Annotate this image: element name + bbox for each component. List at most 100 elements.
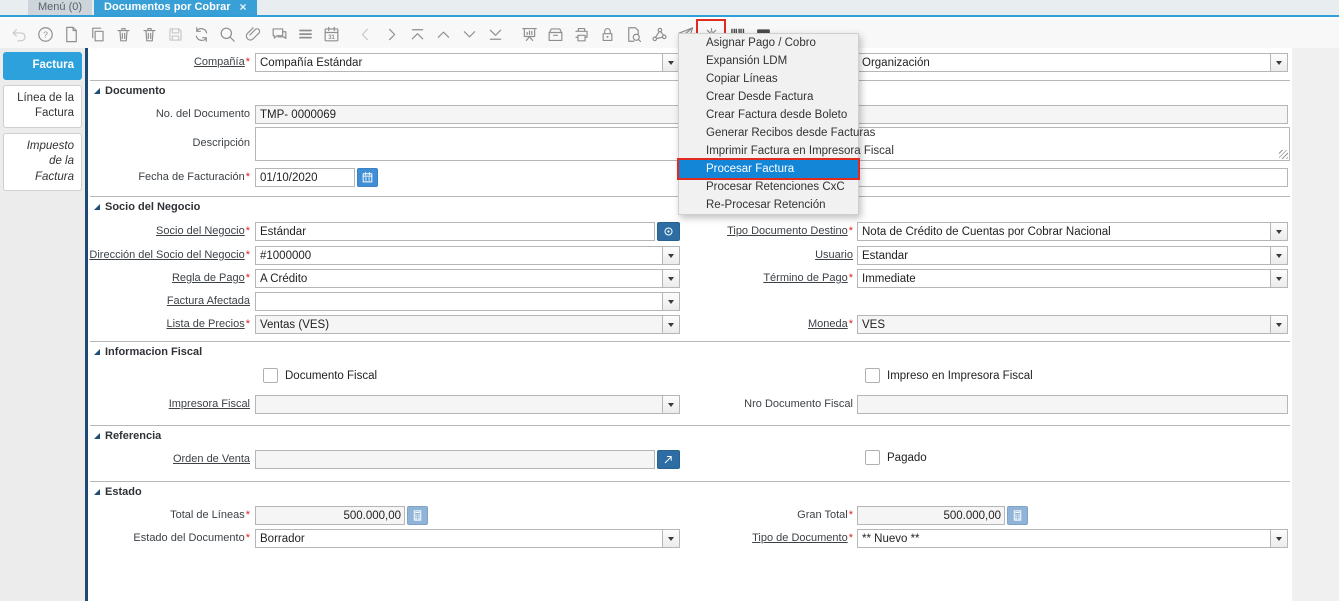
- archive-icon[interactable]: [542, 21, 568, 47]
- last-record-icon[interactable]: [482, 21, 508, 47]
- total-lineas-field[interactable]: 500.000,00: [255, 506, 405, 525]
- tipo-doc-destino-select[interactable]: Nota de Crédito de Cuentas por Cobrar Na…: [857, 222, 1288, 241]
- section-documento[interactable]: Documento: [88, 84, 166, 97]
- row-estado-documento: Estado del Documento* Borrador Tipo de D…: [88, 529, 1292, 548]
- socio-negocio-field[interactable]: Estándar: [255, 222, 655, 241]
- documento-fiscal-checkbox[interactable]: [263, 368, 278, 383]
- direccion-socio-select[interactable]: #1000000: [255, 246, 680, 265]
- estado-documento-select[interactable]: Borrador: [255, 529, 680, 548]
- chevron-down-icon[interactable]: [1270, 530, 1287, 547]
- row-lista-precios: Lista de Precios* Ventas (VES) Moneda* V…: [88, 315, 1292, 334]
- process-menu-item[interactable]: Procesar Retenciones CxC: [679, 178, 858, 196]
- factura-afectada-select[interactable]: [255, 292, 680, 311]
- section-informacion-fiscal[interactable]: Informacion Fiscal: [88, 345, 202, 358]
- chevron-down-icon[interactable]: [662, 293, 679, 310]
- first-record-icon[interactable]: [404, 21, 430, 47]
- documento-right-field[interactable]: [857, 105, 1288, 124]
- required-marker: *: [848, 509, 853, 521]
- regla-pago-select[interactable]: A Crédito: [255, 269, 680, 288]
- fecha-right-field[interactable]: [857, 168, 1288, 187]
- find-icon[interactable]: [214, 21, 240, 47]
- process-menu-item[interactable]: Expansión LDM: [679, 52, 858, 70]
- organizacion-select[interactable]: Organización: [857, 53, 1288, 72]
- section-referencia[interactable]: Referencia: [88, 429, 161, 442]
- no-documento-label: No. del Documento: [155, 108, 250, 120]
- chevron-down-icon[interactable]: [1270, 316, 1287, 333]
- next-record-icon[interactable]: [378, 21, 404, 47]
- impresora-fiscal-select[interactable]: [255, 395, 680, 414]
- delete-record-icon[interactable]: [110, 21, 136, 47]
- regla-pago-label: Regla de Pago*: [171, 272, 250, 284]
- chevron-down-icon[interactable]: [662, 316, 679, 333]
- impreso-impresora-checkbox[interactable]: [865, 368, 880, 383]
- chevron-down-icon[interactable]: [1270, 223, 1287, 240]
- undo-icon[interactable]: [6, 21, 32, 47]
- save-icon[interactable]: [162, 21, 188, 47]
- help-icon[interactable]: ?: [32, 21, 58, 47]
- tab-menu[interactable]: Menú (0): [28, 0, 93, 15]
- row-factura-afectada: Factura Afectada: [88, 292, 1292, 311]
- workflow-icon[interactable]: [646, 21, 672, 47]
- lock-icon[interactable]: [594, 21, 620, 47]
- sidebar-tab-factura[interactable]: Factura: [3, 52, 82, 80]
- tab-documentos-por-cobrar[interactable]: Documentos por Cobrar ×: [94, 0, 257, 15]
- required-marker: *: [245, 171, 250, 183]
- print-icon[interactable]: [568, 21, 594, 47]
- section-estado[interactable]: Estado: [88, 485, 142, 498]
- process-menu-item[interactable]: Asignar Pago / Cobro: [679, 34, 858, 52]
- process-menu-item[interactable]: Procesar Factura: [679, 160, 858, 178]
- chevron-down-icon[interactable]: [662, 54, 679, 71]
- lista-precios-select[interactable]: Ventas (VES): [255, 315, 680, 334]
- process-menu-item[interactable]: Generar Recibos desde Facturas: [679, 124, 875, 142]
- gran-total-field[interactable]: 500.000,00: [857, 506, 1005, 525]
- chat-icon[interactable]: [266, 21, 292, 47]
- required-marker: *: [245, 532, 250, 544]
- attachment-icon[interactable]: [240, 21, 266, 47]
- print-preview-icon[interactable]: [620, 21, 646, 47]
- sidebar-tab-linea-factura[interactable]: Línea de la Factura: [3, 84, 82, 128]
- tipo-documento-select[interactable]: ** Nuevo **: [857, 529, 1288, 548]
- chevron-down-icon[interactable]: [662, 270, 679, 287]
- process-menu-item[interactable]: Re-Procesar Retención: [679, 196, 858, 214]
- report-icon[interactable]: [516, 21, 542, 47]
- calculator-button[interactable]: [407, 506, 428, 525]
- nro-doc-fiscal-field[interactable]: [857, 395, 1288, 414]
- process-menu-item[interactable]: Crear Factura desde Boleto: [679, 106, 858, 124]
- termino-pago-select[interactable]: Immediate: [857, 269, 1288, 288]
- sidebar-tab-impuesto-factura[interactable]: Impuesto de la Factura: [3, 132, 82, 192]
- moneda-label: Moneda*: [807, 318, 853, 330]
- sidebar-tabs: Factura Línea de la Factura Impuesto de la…: [0, 48, 85, 601]
- copy-record-icon[interactable]: [84, 21, 110, 47]
- calendar-picker-button[interactable]: [357, 168, 378, 187]
- compania-select[interactable]: Compañía Estándar: [255, 53, 680, 72]
- chevron-down-icon[interactable]: [662, 396, 679, 413]
- detail-record-icon[interactable]: [456, 21, 482, 47]
- chevron-down-icon[interactable]: [662, 530, 679, 547]
- new-record-icon[interactable]: [58, 21, 84, 47]
- usuario-select[interactable]: Estandar: [857, 246, 1288, 265]
- parent-record-icon[interactable]: [430, 21, 456, 47]
- calendar-icon[interactable]: 31: [318, 21, 344, 47]
- no-documento-field[interactable]: TMP- 0000069: [255, 105, 680, 124]
- chevron-down-icon[interactable]: [662, 247, 679, 264]
- close-tab-icon[interactable]: ×: [240, 0, 247, 14]
- orden-venta-field[interactable]: [255, 450, 655, 469]
- process-menu-item[interactable]: Crear Desde Factura: [679, 88, 858, 106]
- refresh-icon[interactable]: [188, 21, 214, 47]
- pagado-checkbox[interactable]: [865, 450, 880, 465]
- grid-toggle-icon[interactable]: [292, 21, 318, 47]
- moneda-select[interactable]: VES: [857, 315, 1288, 334]
- calculator-button[interactable]: [1007, 506, 1028, 525]
- required-marker: *: [848, 318, 853, 330]
- fecha-facturacion-input[interactable]: 01/10/2020: [255, 168, 355, 187]
- record-info-button[interactable]: [657, 222, 680, 241]
- section-socio-negocio[interactable]: Socio del Negocio: [88, 200, 200, 213]
- process-menu-item[interactable]: Copiar Líneas: [679, 70, 858, 88]
- previous-record-icon[interactable]: [352, 21, 378, 47]
- zoom-button[interactable]: [657, 450, 680, 469]
- chevron-down-icon[interactable]: [1270, 54, 1287, 71]
- delete-selection-icon[interactable]: [136, 21, 162, 47]
- chevron-down-icon[interactable]: [1270, 247, 1287, 264]
- process-menu-item[interactable]: Imprimir Factura en Impresora Fiscal: [679, 142, 894, 160]
- chevron-down-icon[interactable]: [1270, 270, 1287, 287]
